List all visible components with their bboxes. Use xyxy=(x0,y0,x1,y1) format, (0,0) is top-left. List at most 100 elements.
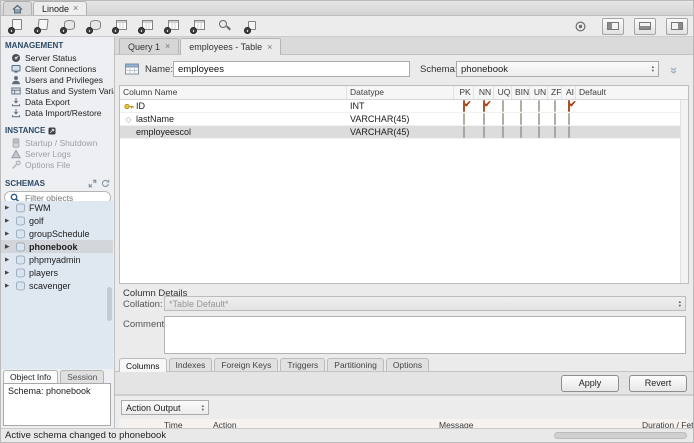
collapse-header-button[interactable]: » xyxy=(665,61,685,77)
sidebar-item-options-file[interactable]: Options File xyxy=(1,159,114,170)
zf-checkbox[interactable] xyxy=(554,126,556,138)
bin-checkbox[interactable] xyxy=(520,100,522,112)
tab-columns[interactable]: Columns xyxy=(119,358,167,372)
connection-tab-linode[interactable]: Linode × xyxy=(33,1,88,15)
header-ai[interactable]: AI xyxy=(562,86,576,99)
toggle-sidebar-panel-button[interactable] xyxy=(602,17,624,35)
comment-textarea[interactable] xyxy=(164,316,686,354)
close-icon[interactable]: × xyxy=(165,42,170,51)
pk-checkbox[interactable] xyxy=(463,126,465,138)
nn-checkbox[interactable] xyxy=(483,100,485,112)
ai-checkbox[interactable] xyxy=(568,113,570,125)
sidebar-item-client-connections[interactable]: Client Connections xyxy=(1,63,114,74)
sidebar-item-server-status[interactable]: Server Status xyxy=(1,52,114,63)
bin-checkbox[interactable] xyxy=(520,113,522,125)
datatype-cell[interactable]: VARCHAR(45) xyxy=(347,127,454,137)
column-row-id[interactable]: ID INT xyxy=(120,100,688,113)
tree-expand-icon[interactable]: ▶ xyxy=(5,257,11,263)
uq-checkbox[interactable] xyxy=(502,126,504,138)
search-data-button[interactable] xyxy=(214,18,233,34)
column-row-employeescol[interactable]: employeescol VARCHAR(45) xyxy=(120,126,688,139)
horizontal-scrollbar-thumb[interactable] xyxy=(554,432,687,439)
datatype-cell[interactable]: INT xyxy=(347,101,454,111)
tab-options[interactable]: Options xyxy=(385,358,430,371)
sidebar-item-data-export[interactable]: Data Export xyxy=(1,96,114,107)
tree-expand-icon[interactable]: ▶ xyxy=(5,231,11,237)
close-icon[interactable]: × xyxy=(267,42,272,52)
sidebar-item-startup-shutdown[interactable]: Startup / Shutdown xyxy=(1,137,114,148)
header-default[interactable]: Default xyxy=(576,86,688,99)
header-uq[interactable]: UQ xyxy=(494,86,512,99)
spinner-down-icon[interactable]: ▾ xyxy=(202,407,204,412)
spinner-down-icon[interactable]: ▾ xyxy=(679,303,681,308)
revert-button[interactable]: Revert xyxy=(629,374,687,392)
header-un[interactable]: UN xyxy=(530,86,548,99)
ai-checkbox[interactable] xyxy=(568,100,570,112)
close-icon[interactable]: × xyxy=(73,4,78,13)
new-sql-tab-button[interactable] xyxy=(6,18,25,34)
schemas-refresh-icon[interactable] xyxy=(101,179,110,188)
new-procedure-button[interactable] xyxy=(162,18,181,34)
schema-tree-item-phpmyadmin[interactable]: ▶ phpmyadmin xyxy=(1,253,113,266)
schema-select[interactable]: phonebook ▴ ▾ xyxy=(456,61,659,77)
action-output-select[interactable]: Action Output ▴ ▾ xyxy=(121,400,209,415)
zf-checkbox[interactable] xyxy=(554,100,556,112)
schema-tree-item-players[interactable]: ▶ players xyxy=(1,266,113,279)
uq-checkbox[interactable] xyxy=(502,113,504,125)
schema-tree-item-golf[interactable]: ▶ golf xyxy=(1,214,113,227)
pk-checkbox[interactable] xyxy=(463,113,465,125)
schemas-expand-icon[interactable] xyxy=(88,179,97,188)
home-tab[interactable] xyxy=(3,1,32,15)
uq-checkbox[interactable] xyxy=(502,100,504,112)
open-sql-script-button[interactable] xyxy=(32,18,51,34)
new-view-button[interactable] xyxy=(136,18,155,34)
tab-partitioning[interactable]: Partitioning xyxy=(327,358,384,371)
sidebar-item-server-logs[interactable]: Server Logs xyxy=(1,148,114,159)
schema-tree-item-phonebook[interactable]: ▶ phonebook xyxy=(1,240,113,253)
tab-employees-table[interactable]: employees - Table × xyxy=(180,38,282,55)
schema-tree-item-groupschedule[interactable]: ▶ groupSchedule xyxy=(1,227,113,240)
header-pk[interactable]: PK xyxy=(454,86,474,99)
header-nn[interactable]: NN xyxy=(474,86,494,99)
header-bin[interactable]: BIN xyxy=(512,86,530,99)
tab-foreign-keys[interactable]: Foreign Keys xyxy=(214,358,279,371)
bin-checkbox[interactable] xyxy=(520,126,522,138)
header-zf[interactable]: ZF xyxy=(548,86,562,99)
tab-triggers[interactable]: Triggers xyxy=(280,358,326,371)
ai-checkbox[interactable] xyxy=(568,126,570,138)
zf-checkbox[interactable] xyxy=(554,113,556,125)
table-name-input[interactable] xyxy=(173,61,410,77)
new-function-button[interactable] xyxy=(188,18,207,34)
schema-tree-item-fwm[interactable]: ▶ FWM xyxy=(1,201,113,214)
tree-expand-icon[interactable]: ▶ xyxy=(5,205,11,211)
schema-tree-item-scavenger[interactable]: ▶ scavenger xyxy=(1,279,113,292)
toggle-secondary-panel-button[interactable] xyxy=(666,17,688,35)
tree-scrollbar-thumb[interactable] xyxy=(107,287,112,321)
tree-expand-icon[interactable]: ▶ xyxy=(5,244,11,250)
tab-session[interactable]: Session xyxy=(60,370,105,383)
un-checkbox[interactable] xyxy=(538,100,540,112)
nn-checkbox[interactable] xyxy=(483,113,485,125)
spinner-down-icon[interactable]: ▾ xyxy=(652,68,654,73)
header-datatype[interactable]: Datatype xyxy=(347,86,454,99)
tree-expand-icon[interactable]: ▶ xyxy=(5,283,11,289)
datatype-cell[interactable]: VARCHAR(45) xyxy=(347,114,454,124)
tree-expand-icon[interactable]: ▶ xyxy=(5,270,11,276)
tab-object-info[interactable]: Object Info xyxy=(3,370,59,383)
apply-button[interactable]: Apply xyxy=(561,374,619,392)
grid-scrollbar[interactable] xyxy=(680,100,688,283)
un-checkbox[interactable] xyxy=(538,126,540,138)
new-schema-button[interactable] xyxy=(58,18,77,34)
toggle-output-panel-button[interactable] xyxy=(634,17,656,35)
sidebar-item-users-privileges[interactable]: Users and Privileges xyxy=(1,74,114,85)
pk-checkbox[interactable] xyxy=(463,100,465,112)
sidebar-item-data-import[interactable]: Data Import/Restore xyxy=(1,107,114,118)
sidebar-item-system-variables[interactable]: Status and System Variables xyxy=(1,85,114,96)
collation-select[interactable]: *Table Default* ▴ ▾ xyxy=(164,296,686,311)
reconnect-dbms-button[interactable] xyxy=(240,18,259,34)
nn-checkbox[interactable] xyxy=(483,126,485,138)
database-connect-button[interactable] xyxy=(84,18,103,34)
un-checkbox[interactable] xyxy=(538,113,540,125)
tab-indexes[interactable]: Indexes xyxy=(168,358,213,371)
column-row-lastname[interactable]: ◇ lastName VARCHAR(45) xyxy=(120,113,688,126)
